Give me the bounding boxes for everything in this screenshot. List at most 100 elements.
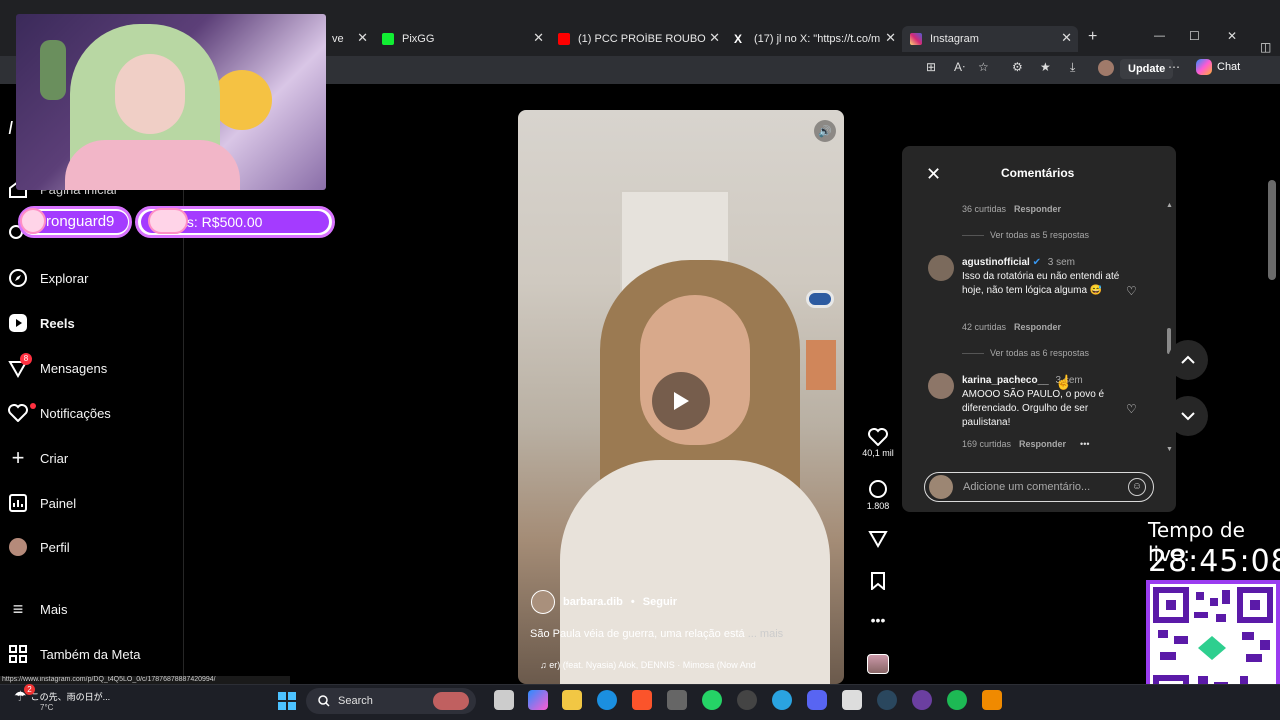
search-label: Search bbox=[338, 695, 373, 707]
app-icon[interactable] bbox=[842, 690, 862, 710]
divider bbox=[962, 235, 984, 236]
favorite-star-icon[interactable]: ☆ bbox=[978, 60, 989, 74]
heart-icon bbox=[868, 428, 888, 446]
telegram-icon[interactable] bbox=[772, 690, 792, 710]
next-reel-button[interactable] bbox=[1168, 396, 1208, 436]
reply-button[interactable]: Responder bbox=[1014, 322, 1061, 332]
taskbar-search[interactable]: Search bbox=[306, 688, 476, 714]
apps-icon[interactable]: ⊞ bbox=[926, 60, 936, 74]
vlc-icon[interactable] bbox=[982, 690, 1002, 710]
avatar[interactable] bbox=[928, 373, 954, 399]
like-count: 169 curtidas bbox=[962, 439, 1012, 449]
save-action[interactable] bbox=[858, 572, 898, 592]
comment-item: agustinofficial ✔ 3 sem Isso da rotatóri… bbox=[962, 256, 1122, 298]
verified-badge-icon: ✔ bbox=[1032, 257, 1041, 268]
close-icon[interactable]: ✕ bbox=[885, 30, 896, 46]
reply-button[interactable]: Responder bbox=[1014, 204, 1061, 214]
download-icon[interactable]: ⤓ bbox=[1070, 60, 1075, 75]
sidebar-item-perfil[interactable]: Perfil bbox=[8, 537, 70, 557]
sidebar-item-mensagens[interactable]: 8 Mensagens bbox=[8, 353, 107, 378]
volume-icon[interactable]: 🔊 bbox=[814, 120, 836, 142]
scroll-down-arrow-icon[interactable]: ▼ bbox=[1166, 446, 1173, 453]
share-icon bbox=[868, 531, 888, 548]
obs-icon[interactable] bbox=[912, 690, 932, 710]
caption-more-link[interactable]: ... mais bbox=[748, 628, 783, 640]
update-button[interactable]: Update bbox=[1120, 59, 1174, 79]
tab-pixgg[interactable]: PixGG ✕ bbox=[374, 26, 550, 52]
scroll-up-arrow-icon[interactable]: ▲ bbox=[1166, 202, 1173, 209]
instagram-logo-icon[interactable]: I bbox=[8, 118, 13, 139]
audio-thumbnail[interactable] bbox=[867, 654, 889, 674]
sidebar-item-meta[interactable]: Também da Meta bbox=[8, 644, 140, 664]
weather-widget[interactable]: ☂ 2 この先、雨の日が... bbox=[14, 684, 111, 705]
share-action[interactable] bbox=[858, 530, 898, 550]
windows-start-icon[interactable] bbox=[278, 692, 296, 710]
tab-youtube[interactable]: (1) PCC PROÍBE ROUBO DE CE ✕ bbox=[550, 26, 726, 52]
comment-username[interactable]: agustinofficial bbox=[962, 257, 1030, 268]
close-icon[interactable]: ✕ bbox=[926, 164, 941, 185]
previous-reel-button[interactable] bbox=[1168, 340, 1208, 380]
maximize-button[interactable]: ☐ bbox=[1189, 29, 1200, 43]
page-scrollbar-thumb[interactable] bbox=[1268, 180, 1276, 280]
avatar[interactable] bbox=[531, 590, 555, 614]
more-options-icon[interactable]: ••• bbox=[858, 612, 898, 628]
close-icon[interactable]: ✕ bbox=[357, 30, 368, 46]
brave-icon[interactable] bbox=[632, 690, 652, 710]
read-aloud-icon[interactable]: Aᐧ bbox=[954, 60, 965, 74]
spotify-icon[interactable] bbox=[947, 690, 967, 710]
close-icon[interactable]: ✕ bbox=[533, 30, 544, 46]
emoji-icon[interactable]: ☺ bbox=[1128, 478, 1146, 496]
close-icon[interactable]: ✕ bbox=[1061, 30, 1072, 46]
more-options-icon[interactable]: ⋯ bbox=[1168, 60, 1180, 74]
view-replies-button[interactable]: Ver todas as 6 respostas bbox=[990, 348, 1089, 358]
chevron-down-icon bbox=[1181, 412, 1195, 421]
more-options-icon[interactable]: ••• bbox=[1080, 439, 1089, 449]
minimize-button[interactable]: — bbox=[1154, 30, 1165, 42]
sidebar-item-painel[interactable]: Painel bbox=[8, 493, 76, 513]
close-icon[interactable]: ✕ bbox=[709, 30, 720, 46]
new-tab-button[interactable]: + bbox=[1088, 28, 1097, 46]
sidebar-item-criar[interactable]: + Criar bbox=[8, 445, 69, 470]
sidebar-item-notificacoes[interactable]: Notificações bbox=[8, 403, 111, 423]
favorites-icon[interactable]: ★ bbox=[1040, 60, 1051, 74]
comment-username[interactable]: karina_pacheco__ bbox=[962, 375, 1049, 386]
extension-icon[interactable]: ⚙ bbox=[1012, 60, 1023, 74]
file-explorer-icon[interactable] bbox=[562, 690, 582, 710]
sidebar-item-explorar[interactable]: Explorar bbox=[8, 268, 88, 288]
chrome-icon[interactable] bbox=[737, 690, 757, 710]
comment-input-placeholder[interactable]: Adicione um comentário... bbox=[963, 481, 1090, 493]
sidebar-item-label: Também da Meta bbox=[40, 646, 141, 662]
reply-button[interactable]: Responder bbox=[1019, 439, 1066, 449]
sidebar-item-label: Criar bbox=[40, 450, 69, 466]
edge-icon[interactable] bbox=[597, 690, 617, 710]
plus-icon: + bbox=[11, 445, 25, 470]
view-replies-button[interactable]: Ver todas as 5 respostas bbox=[990, 230, 1089, 240]
store-icon[interactable] bbox=[667, 690, 687, 710]
play-button[interactable] bbox=[652, 372, 710, 430]
reel-music[interactable]: ♫ er) (feat. Nyasia) Alok, DENNIS · Mimo… bbox=[540, 660, 756, 670]
follow-button[interactable]: Seguir bbox=[643, 596, 677, 608]
weather-text: この先、雨の日が... bbox=[30, 692, 111, 702]
tab-x[interactable]: X (17) jl no X: "https://t.co/mbFc ✕ bbox=[726, 26, 902, 52]
comment-action[interactable]: 1.808 bbox=[858, 479, 898, 511]
copilot-app-icon[interactable] bbox=[528, 690, 548, 710]
window-close-button[interactable]: ✕ bbox=[1227, 29, 1237, 43]
heart-icon[interactable]: ♡ bbox=[1126, 402, 1137, 416]
copilot-chat-button[interactable]: Chat bbox=[1196, 59, 1240, 75]
sidebar-item-mais[interactable]: ≡ Mais bbox=[8, 599, 68, 619]
profile-avatar[interactable] bbox=[1098, 60, 1114, 76]
comment-meta: 169 curtidas Responder ••• bbox=[962, 439, 1090, 449]
tab-instagram[interactable]: Instagram ✕ bbox=[902, 26, 1078, 52]
author-name[interactable]: barbara.dib bbox=[563, 596, 623, 608]
task-view-icon[interactable] bbox=[494, 690, 514, 710]
avatar[interactable] bbox=[928, 255, 954, 281]
steam-icon[interactable] bbox=[877, 690, 897, 710]
reel-author[interactable]: barbara.dib • Seguir bbox=[531, 590, 677, 614]
like-action[interactable]: 40,1 mil bbox=[858, 428, 898, 458]
chat-label: Chat bbox=[1217, 61, 1241, 73]
discord-icon[interactable] bbox=[807, 690, 827, 710]
heart-icon[interactable]: ♡ bbox=[1126, 284, 1137, 298]
whatsapp-icon[interactable] bbox=[702, 690, 722, 710]
sidebar-toggle-icon[interactable]: ◫ bbox=[1260, 40, 1271, 54]
sidebar-item-reels[interactable]: Reels bbox=[8, 313, 75, 333]
